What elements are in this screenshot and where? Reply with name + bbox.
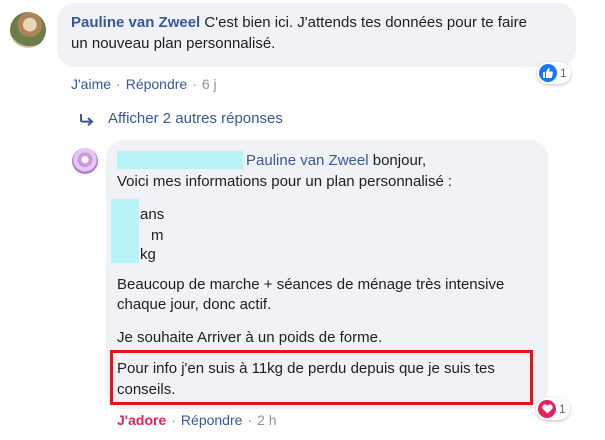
- love-reaction-link[interactable]: J'adore: [117, 412, 166, 428]
- separator: ·: [116, 76, 121, 92]
- reply-link[interactable]: Répondre: [181, 412, 243, 428]
- avatar-commenter[interactable]: [72, 148, 98, 174]
- separator: ·: [192, 76, 197, 92]
- heart-icon: [538, 400, 556, 418]
- comment-line-1: Pauline van Zweel C'est bien ici. J'atte…: [71, 12, 527, 33]
- intro-text: Voici mes informations pour un plan pers…: [117, 173, 453, 190]
- height-unit: m: [151, 227, 164, 244]
- comment-text: C'est bien ici. J'attends tes données po…: [204, 14, 527, 31]
- reaction-summary[interactable]: 1: [536, 398, 570, 420]
- timestamp[interactable]: 6 j: [202, 76, 217, 92]
- reaction-count: 1: [559, 402, 566, 416]
- timestamp[interactable]: 2 h: [257, 412, 276, 428]
- reaction-summary[interactable]: 1: [537, 62, 571, 84]
- weight-unit: kg: [140, 246, 156, 263]
- redacted-name: [117, 151, 243, 169]
- comment-actions: J'aime · Répondre · 6 j: [71, 76, 217, 92]
- redacted-values: [111, 199, 139, 263]
- mention-link[interactable]: Pauline van Zweel: [246, 152, 369, 169]
- reply-link[interactable]: Répondre: [126, 76, 188, 92]
- avatar-pauline[interactable]: [10, 12, 46, 48]
- activity-line-1: Beaucoup de marche + séances de ménage t…: [117, 276, 505, 293]
- comment-author[interactable]: Pauline van Zweel: [71, 14, 200, 31]
- like-link[interactable]: J'aime: [71, 76, 111, 92]
- reply-line-1: Pauline van Zweel bonjour,: [246, 150, 426, 171]
- activity-line-2: chaque jour, donc actif.: [117, 296, 272, 313]
- reply-actions: J'adore · Répondre · 2 h: [117, 412, 277, 428]
- age-unit: ans: [140, 206, 165, 223]
- separator: ·: [171, 412, 176, 428]
- reply-arrow-icon: [80, 114, 94, 126]
- like-icon: [539, 64, 557, 82]
- comment-line-2: un nouveau plan personnalisé.: [71, 35, 276, 52]
- show-more-replies-link[interactable]: Afficher 2 autres réponses: [108, 110, 283, 127]
- separator: ·: [247, 412, 253, 428]
- reaction-count: 1: [560, 66, 567, 80]
- goal-text: Je souhaite Arriver à un poids de forme.: [117, 329, 383, 346]
- greeting-text: bonjour,: [372, 152, 427, 169]
- highlight-annotation: [110, 350, 533, 405]
